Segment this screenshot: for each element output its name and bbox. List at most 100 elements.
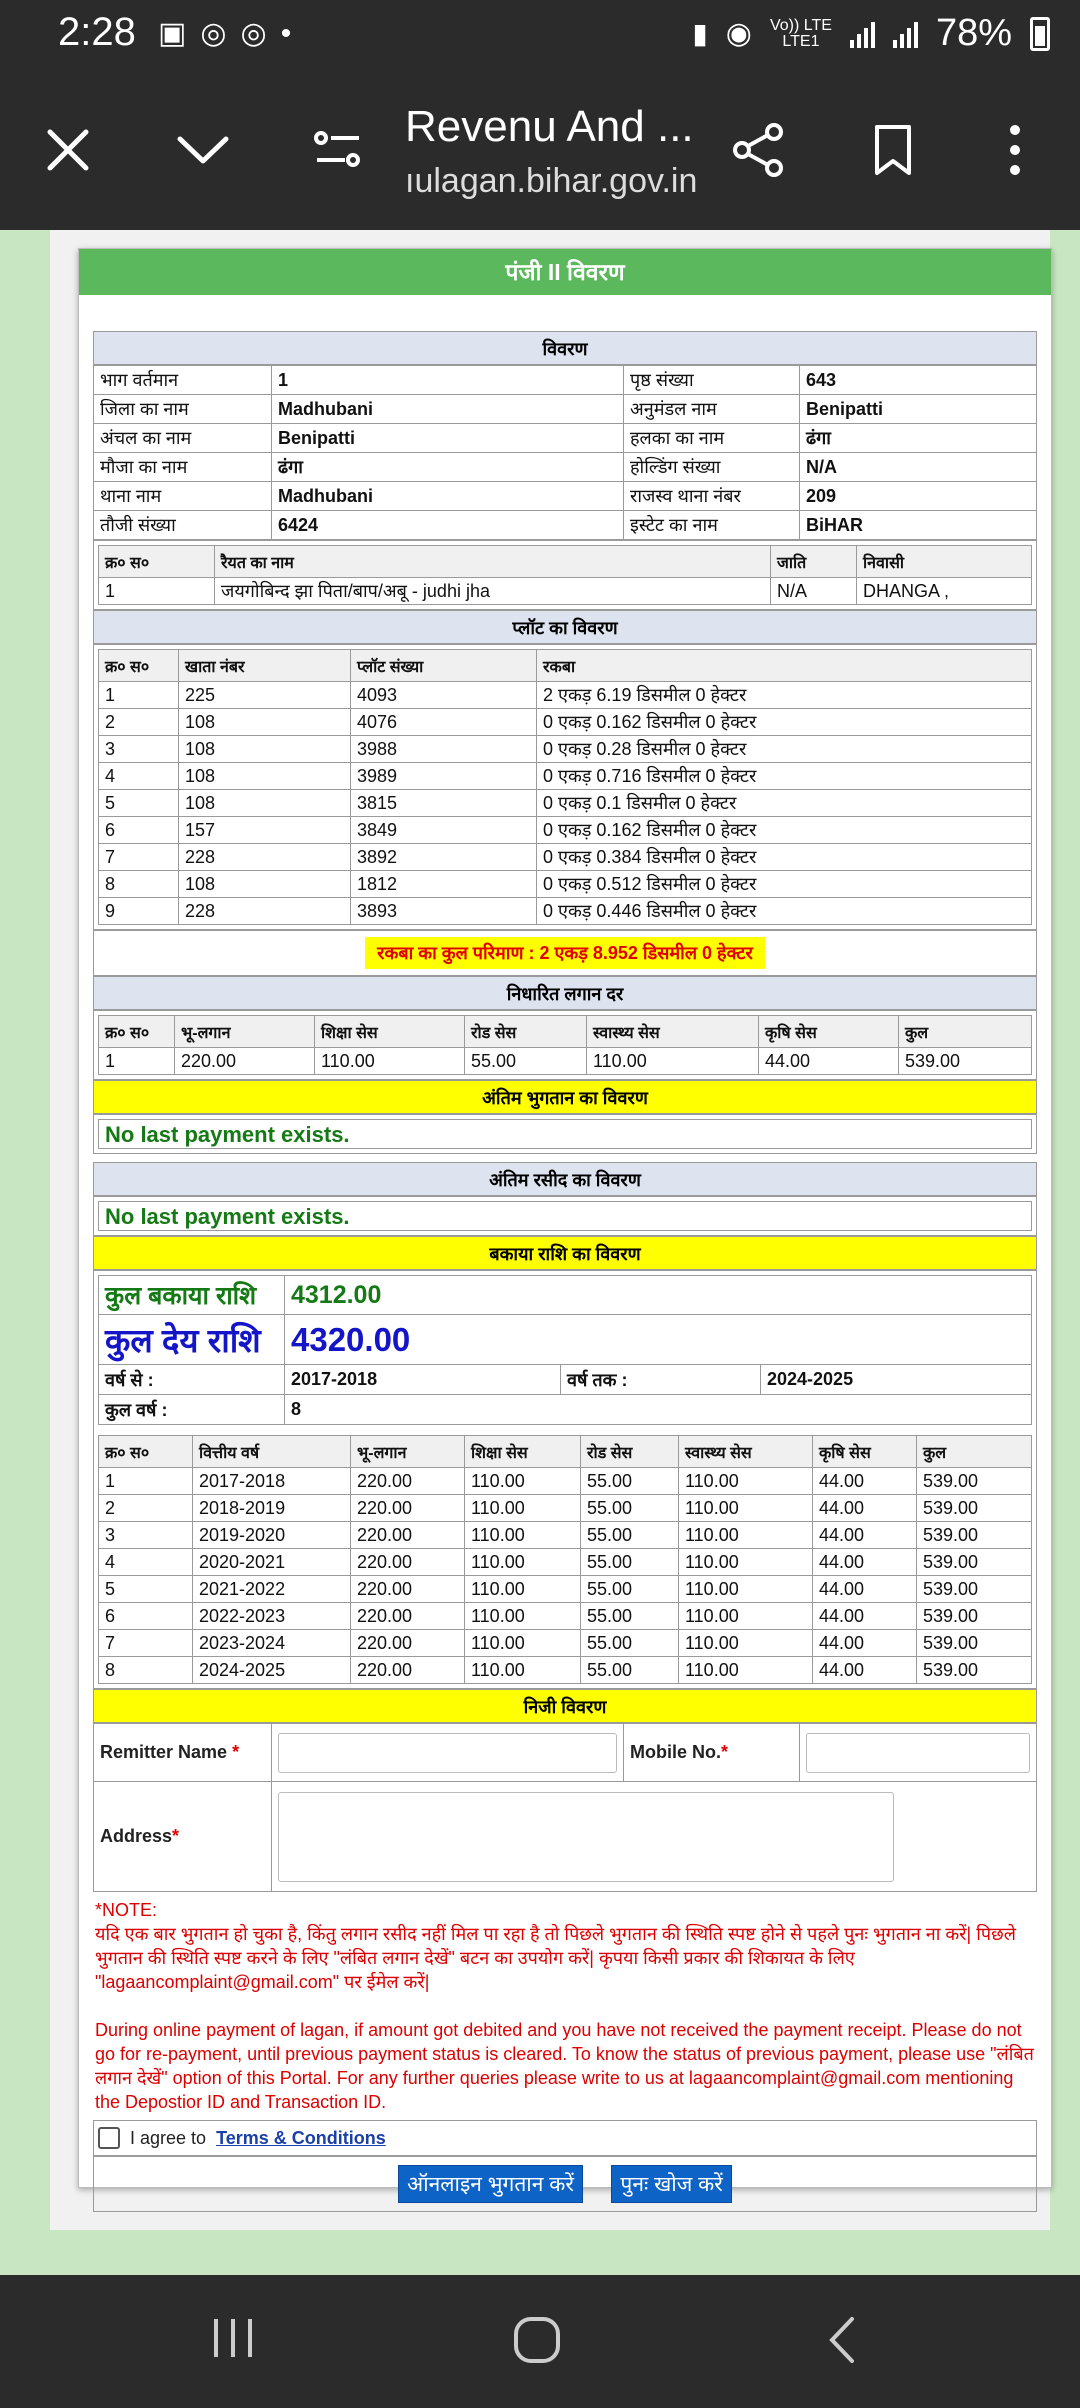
- dues-head: क्र० स० वित्तीय वर्ष भू-लगान शिक्षा सेस रोड …: [98, 1435, 1032, 1468]
- dues-year-table: क्र० स० वित्तीय वर्ष भू-लगान शिक्षा सेस रोड …: [98, 1435, 1032, 1684]
- navigation-bar: [0, 2275, 1080, 2408]
- mobile-input[interactable]: [806, 1732, 1030, 1773]
- table-cell: 2 एकड़ 6.19 डिसमील 0 हेक्टर: [536, 681, 1032, 709]
- site-settings-icon[interactable]: [298, 110, 378, 190]
- table-cell: 4076: [350, 708, 537, 736]
- table-cell: 44.00: [758, 1047, 899, 1075]
- table-cell: 110.00: [464, 1656, 581, 1684]
- raiyat-table: क्र० स० रैयत का नाम जाति निवासी 1 जयगोबिन्द …: [98, 545, 1032, 605]
- table-cell: 0 एकड़ 0.162 डिसमील 0 हेक्टर: [536, 816, 1032, 844]
- chevron-down-icon[interactable]: [163, 110, 243, 190]
- dues-summary-table: कुल बकाया राशि 4312.00 कुल देय राशि 4320…: [98, 1275, 1032, 1425]
- search-again-button[interactable]: पुनः खोज करें: [611, 2165, 732, 2203]
- clock: 2:28: [58, 10, 136, 54]
- column-header: कुल: [916, 1435, 1032, 1468]
- note-hindi: यदि एक बार भुगतान हो चुका है, किंतु लगान…: [95, 1924, 1016, 1992]
- table-cell: 3: [98, 735, 179, 763]
- table-cell: 5: [98, 1575, 193, 1603]
- mobile-cell: [799, 1723, 1037, 1782]
- dues-box: कुल बकाया राशि 4312.00 कुल देय राशि 4320…: [93, 1270, 1037, 1689]
- table-cell: 44.00: [812, 1629, 917, 1657]
- column-header: जाति: [770, 545, 857, 578]
- agree-row: I agree to Terms & Conditions: [93, 2120, 1037, 2156]
- terms-link[interactable]: Terms & Conditions: [216, 2128, 386, 2149]
- table-cell: 2: [98, 708, 179, 736]
- panel-title: पंजी II विवरण: [79, 249, 1051, 295]
- column-header: क्र० स०: [98, 1015, 175, 1048]
- table-cell: N/A: [770, 577, 857, 605]
- table-cell: 5: [98, 789, 179, 817]
- table-cell: 3815: [350, 789, 537, 817]
- agree-checkbox[interactable]: [98, 2127, 120, 2149]
- table-cell: 2: [98, 1494, 193, 1522]
- table-cell: 110.00: [464, 1602, 581, 1630]
- address-input[interactable]: [278, 1791, 894, 1882]
- plot-total-label: रकबा का कुल परिमाण : 2 एकड़ 8.952 डिसमील…: [365, 937, 765, 969]
- table-cell: 225: [178, 681, 351, 709]
- online-payment-button[interactable]: ऑनलाइन भुगतान करें: [398, 2165, 583, 2203]
- table-cell: 220.00: [350, 1548, 465, 1576]
- table-cell: 108: [178, 708, 351, 736]
- table-cell: 539.00: [916, 1467, 1032, 1495]
- table-cell: 110.00: [464, 1494, 581, 1522]
- vivaran-section-title: विवरण: [93, 331, 1037, 365]
- table-cell: 110.00: [464, 1548, 581, 1576]
- table-cell: इस्टेट का नाम: [623, 510, 800, 540]
- notification-icons: ▣◎◎•: [158, 16, 305, 51]
- table-cell: ढंगा: [271, 452, 624, 482]
- table-cell: 0 एकड़ 0.1 डिसमील 0 हेक्टर: [536, 789, 1032, 817]
- years-label: कुल वर्ष :: [98, 1394, 285, 1425]
- personal-form: Remitter Name * Mobile No.* Address*: [93, 1723, 1037, 1892]
- plot-box: क्र० स० खाता नंबर प्लॉट संख्या रकबा 1 225 409…: [93, 644, 1037, 930]
- column-header: शिक्षा सेस: [464, 1435, 581, 1468]
- year-range-row: वर्ष से : 2017-2018 वर्ष तक : 2024-2025: [98, 1364, 1032, 1395]
- table-cell: 8: [98, 870, 179, 898]
- table-cell: 4: [98, 762, 179, 790]
- column-header: क्र० स०: [98, 545, 215, 578]
- table-cell: 110.00: [678, 1656, 813, 1684]
- personal-section-title: निजी विवरण: [93, 1689, 1037, 1723]
- last-receipt-message: No last payment exists.: [98, 1201, 1032, 1231]
- table-row: 2 2018-2019 220.00 110.00 55.00 110.00 44.00 53…: [98, 1494, 1032, 1522]
- table-cell: 539.00: [916, 1548, 1032, 1576]
- table-cell: 2023-2024: [192, 1629, 351, 1657]
- table-cell: 108: [178, 735, 351, 763]
- chrome-icon: ◎: [200, 17, 241, 50]
- bookmark-icon[interactable]: [853, 110, 933, 190]
- recent-apps-icon[interactable]: [210, 2315, 256, 2366]
- table-cell: 220.00: [350, 1494, 465, 1522]
- column-header: कृषि सेस: [758, 1015, 899, 1048]
- table-cell: 110.00: [314, 1047, 465, 1075]
- dot-icon: •: [280, 17, 306, 50]
- table-row: थाना नाम Madhubani राजस्व थाना नंबर 209: [93, 481, 1037, 511]
- to-label: वर्ष तक :: [560, 1364, 761, 1395]
- battery-saver-icon: ▮: [692, 18, 708, 49]
- table-row: तौजी संख्या 6424 इस्टेट का नाम BiHAR: [93, 510, 1037, 540]
- table-cell: 539.00: [916, 1575, 1032, 1603]
- table-cell: 44.00: [812, 1656, 917, 1684]
- more-options-icon[interactable]: [975, 110, 1055, 190]
- table-cell: 7: [98, 843, 179, 871]
- table-cell: 110.00: [464, 1575, 581, 1603]
- table-cell: 7: [98, 1629, 193, 1657]
- table-cell: 110.00: [678, 1629, 813, 1657]
- note: *NOTE: यदि एक बार भुगतान हो चुका है, किं…: [93, 1892, 1037, 2120]
- table-cell: DHANGA ,: [856, 577, 1032, 605]
- table-cell: 2024-2025: [192, 1656, 351, 1684]
- column-header: स्वास्थ्य सेस: [678, 1435, 813, 1468]
- table-cell: 1812: [350, 870, 537, 898]
- share-icon[interactable]: [718, 110, 798, 190]
- action-buttons: ऑनलाइन भुगतान करें पुनः खोज करें: [93, 2156, 1037, 2212]
- plot-total: रकबा का कुल परिमाण : 2 एकड़ 8.952 डिसमील…: [93, 930, 1037, 976]
- table-cell: 0 एकड़ 0.446 डिसमील 0 हेक्टर: [536, 897, 1032, 925]
- table-cell: Benipatti: [271, 423, 624, 453]
- last-payment-message: No last payment exists.: [98, 1119, 1032, 1149]
- back-icon[interactable]: [822, 2315, 862, 2370]
- close-icon[interactable]: [28, 110, 108, 190]
- table-cell: 44.00: [812, 1521, 917, 1549]
- home-icon[interactable]: [512, 2315, 562, 2370]
- table-cell: जिला का नाम: [93, 394, 272, 424]
- remitter-name-input[interactable]: [278, 1732, 617, 1773]
- table-cell: 2017-2018: [192, 1467, 351, 1495]
- table-row: 5 108 3815 0 एकड़ 0.1 डिसमील 0 हेक्टर: [98, 789, 1032, 817]
